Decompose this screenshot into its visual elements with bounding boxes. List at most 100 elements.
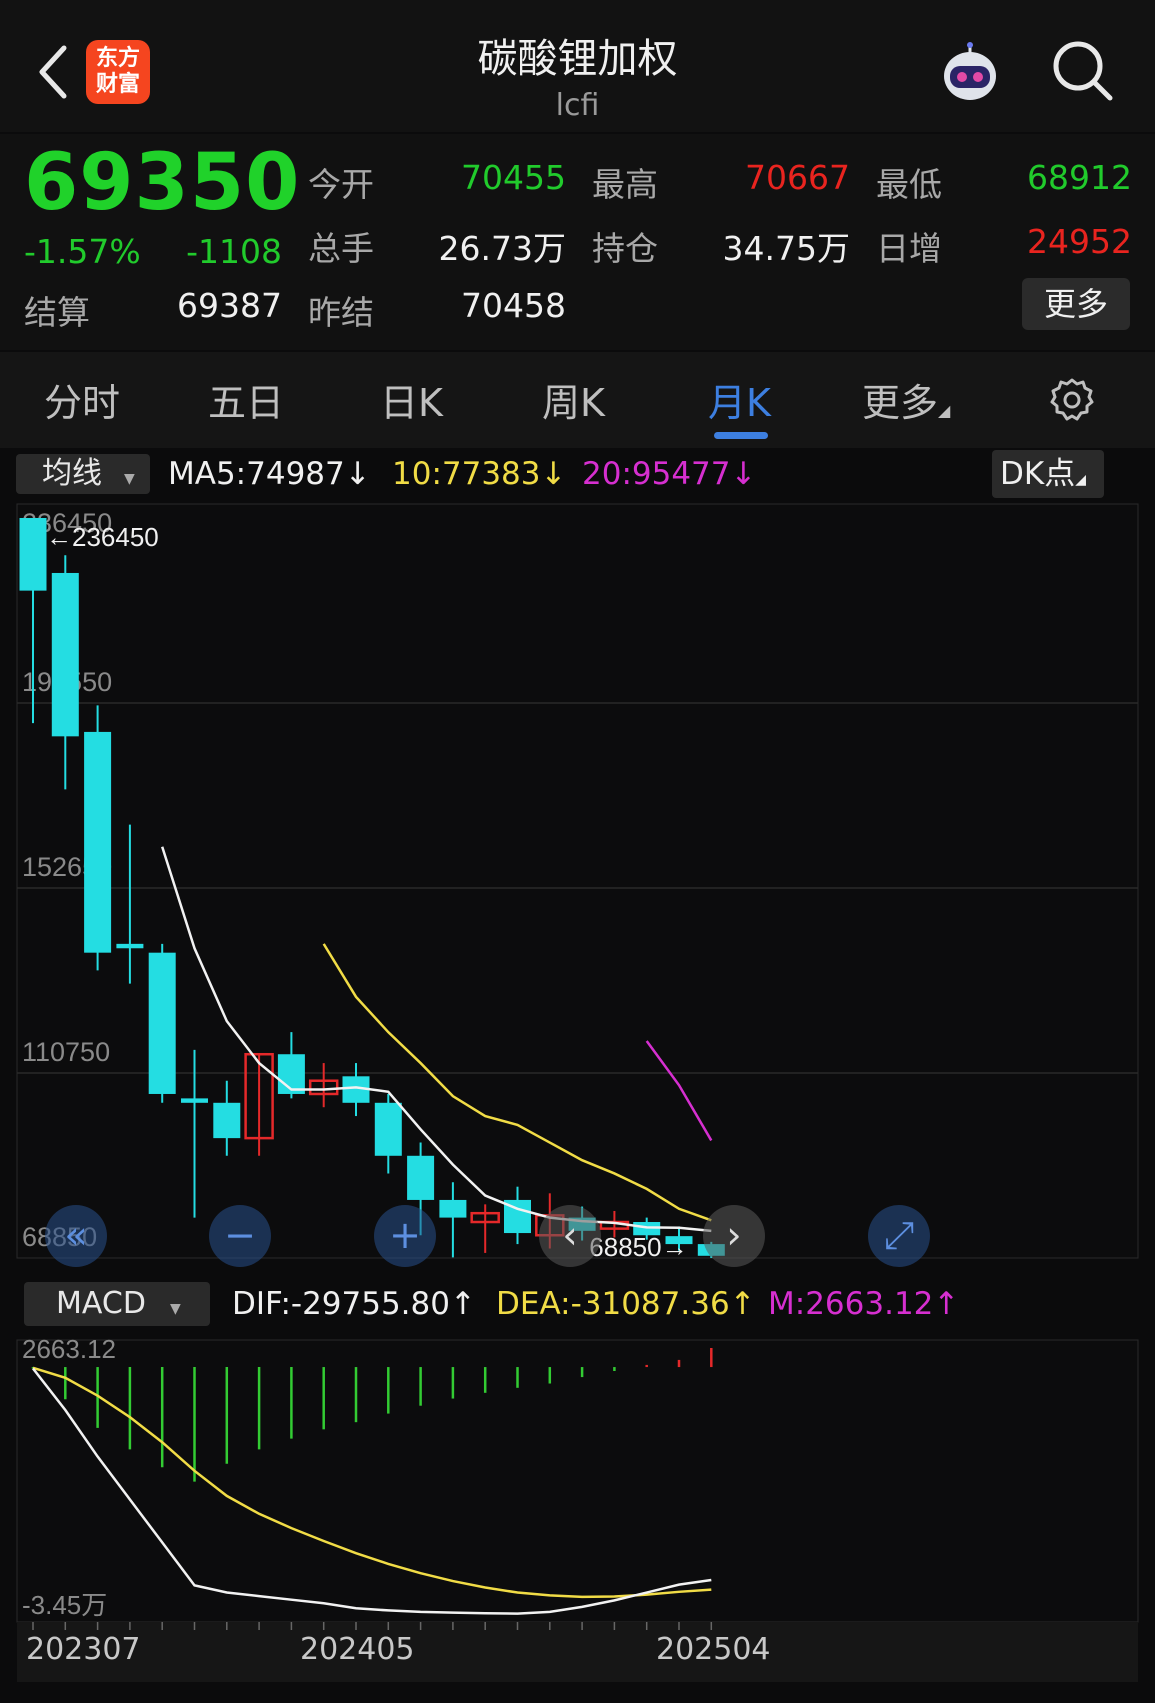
- ma20-line: [645, 1040, 713, 1142]
- fullscreen-icon: [868, 1205, 930, 1267]
- candle-body: [535, 1214, 565, 1237]
- dk-caret-icon: ◢: [1075, 472, 1086, 488]
- scroll-left-icon: [539, 1205, 601, 1267]
- tab-more[interactable]: 更多◢: [862, 372, 950, 427]
- change-value: -1108: [186, 232, 282, 271]
- x-label-end: 202504: [656, 1632, 771, 1667]
- volume-value: 26.73万: [438, 229, 566, 268]
- indicator-select-label: 均线: [42, 456, 102, 491]
- y-tick-label: 68850: [22, 1222, 97, 1252]
- candle-body: [51, 572, 79, 737]
- robot-icon[interactable]: [936, 40, 1004, 108]
- watermark: 东方财富: [390, 856, 783, 963]
- y-tick-label: 152650: [22, 852, 112, 882]
- ma5-value: MA5:74987↓: [168, 456, 371, 492]
- tab-daily-k[interactable]: 日K: [380, 372, 443, 427]
- scroll-right-icon-glyph: ›: [726, 1213, 741, 1257]
- search-icon[interactable]: [1050, 38, 1116, 104]
- tab-weekly-k[interactable]: 周K: [542, 372, 605, 427]
- gear-icon[interactable]: [1048, 376, 1096, 424]
- macd-select[interactable]: MACD ▼: [24, 1282, 210, 1326]
- open-interest-label: 持仓: [592, 229, 658, 268]
- y-tick-label: 194550: [22, 667, 112, 697]
- low-label: 最低: [876, 165, 942, 204]
- ma10-value: 10:77383↓: [392, 456, 567, 492]
- dk-point-button[interactable]: DK点◢: [992, 450, 1104, 498]
- dropdown-caret-icon: ▼: [124, 471, 135, 487]
- macd-caret-icon: ▼: [169, 1301, 181, 1317]
- daily-increase-label: 日增: [876, 229, 942, 268]
- scroll-right-icon: [703, 1205, 765, 1267]
- y-tick-label: 236450: [22, 508, 112, 538]
- candle-body: [470, 1211, 500, 1224]
- macd-max-label: 2663.12: [22, 1334, 116, 1364]
- tab-more-label: 更多: [862, 381, 939, 425]
- x-label-start: 202307: [26, 1632, 141, 1667]
- scroll-left-fast-icon-glyph: «: [64, 1213, 87, 1257]
- candle-body: [407, 1155, 435, 1200]
- candle-body: [633, 1222, 661, 1236]
- macd-select-label: MACD: [56, 1286, 146, 1321]
- active-tab-indicator: [714, 432, 768, 439]
- candle-body: [84, 731, 112, 953]
- high-label: 最高: [592, 165, 658, 204]
- m-value: M:2663.12↑: [768, 1286, 960, 1322]
- dif-value: DIF:-29755.80↑: [232, 1286, 476, 1322]
- x-axis-strip: [17, 1622, 1138, 1682]
- candle-body: [342, 1076, 370, 1103]
- y-tick-label: 110750: [22, 1037, 110, 1067]
- daily-increase-value: 24952: [1027, 222, 1132, 261]
- x-label-mid: 202405: [300, 1632, 415, 1667]
- fullscreen-icon-glyph: ⤢: [884, 1213, 914, 1257]
- prev-settle-label: 昨结: [308, 293, 374, 332]
- settle-value: 69387: [177, 286, 282, 325]
- change-percent: -1.57%: [24, 232, 141, 271]
- min-price-label: 68850→: [589, 1232, 687, 1262]
- candle-body: [277, 1054, 305, 1094]
- zoom-in-icon: [374, 1205, 436, 1267]
- more-button[interactable]: 更多: [1022, 278, 1130, 330]
- candle-body: [213, 1102, 241, 1139]
- scroll-left-icon-glyph: ‹: [562, 1213, 577, 1257]
- candle-body: [568, 1217, 596, 1231]
- candle-body: [697, 1244, 725, 1256]
- candle-body: [148, 952, 176, 1094]
- ma10-line: [322, 943, 712, 1222]
- candle-body: [374, 1102, 402, 1156]
- candle-body: [19, 518, 47, 591]
- zoom-out-icon-glyph: −: [224, 1213, 256, 1257]
- scroll-left-fast-icon: [45, 1205, 107, 1267]
- tab-more-caret-icon: ◢: [938, 401, 951, 420]
- dea-line: [32, 1366, 712, 1599]
- settle-label: 结算: [24, 293, 90, 332]
- max-price-label: ←236450: [46, 522, 159, 552]
- dea-value: DEA:-31087.36↑: [496, 1286, 756, 1322]
- candle-body: [308, 1079, 339, 1096]
- low-value: 68912: [1027, 158, 1132, 197]
- candle-body: [181, 1098, 208, 1103]
- last-price: 69350: [24, 138, 301, 228]
- tab-five-day[interactable]: 五日: [208, 372, 284, 427]
- candle-body: [439, 1199, 467, 1218]
- open-interest-value: 34.75万: [722, 229, 850, 268]
- zoom-out-icon: [209, 1205, 271, 1267]
- indicator-select[interactable]: 均线 ▼: [16, 454, 150, 494]
- candle-body: [116, 943, 144, 949]
- dif-line: [32, 1367, 712, 1615]
- macd-panel: [16, 1339, 1139, 1623]
- ma20-value: 20:95477↓: [582, 456, 757, 492]
- tab-monthly-k[interactable]: 月K: [708, 372, 771, 427]
- candle-body: [504, 1199, 531, 1234]
- zoom-in-icon-glyph: +: [389, 1213, 421, 1257]
- tab-intraday[interactable]: 分时: [44, 372, 120, 427]
- high-value: 70667: [745, 158, 850, 197]
- candle-body: [599, 1220, 630, 1230]
- dk-point-label: DK点: [1000, 456, 1076, 492]
- candle-body: [665, 1236, 693, 1245]
- open-value: 70455: [461, 158, 566, 197]
- volume-label: 总手: [308, 229, 374, 268]
- macd-min-label: -3.45万: [22, 1590, 107, 1620]
- candle-body: [244, 1052, 274, 1140]
- prev-settle-value: 70458: [461, 286, 566, 325]
- open-label: 今开: [308, 165, 374, 204]
